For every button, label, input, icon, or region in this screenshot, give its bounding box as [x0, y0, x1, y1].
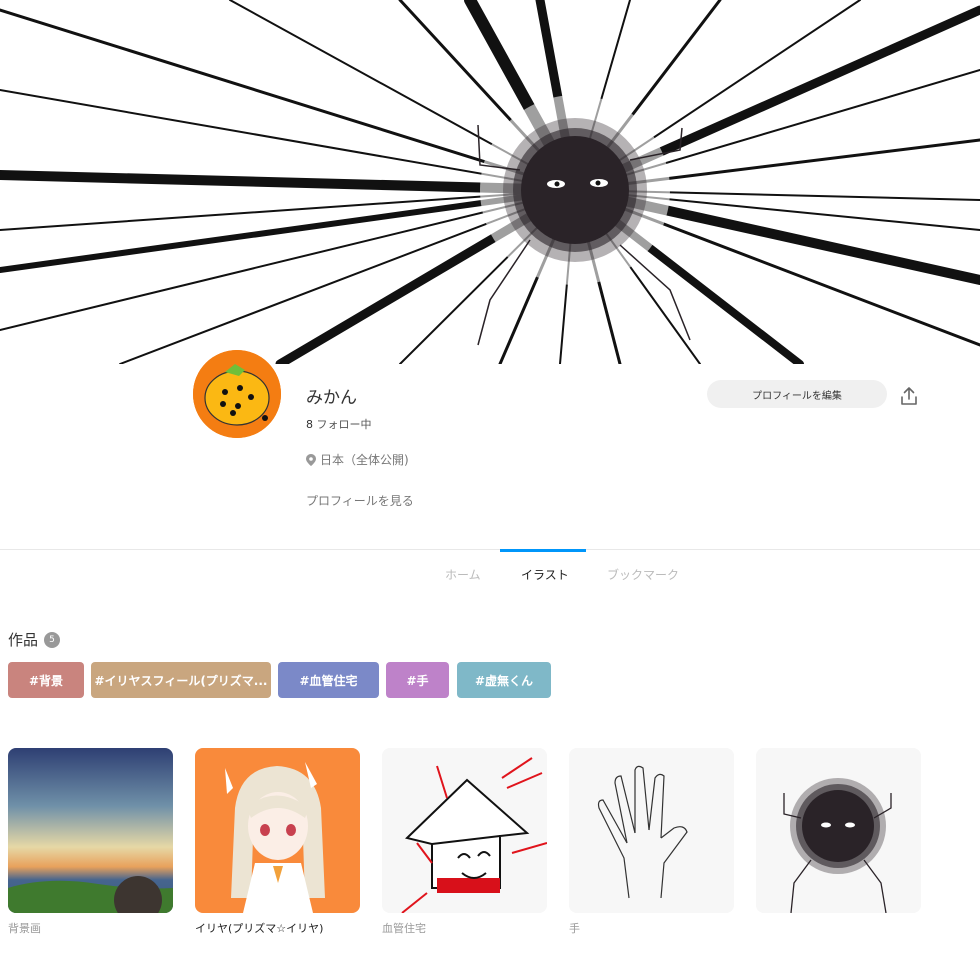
- artwork-thumbnail-background[interactable]: [8, 748, 173, 913]
- location: 日本（全体公開): [306, 451, 409, 468]
- artwork-title-hand[interactable]: 手: [569, 920, 580, 936]
- artwork-title-vein-house[interactable]: 血管住宅: [382, 920, 426, 936]
- tab-bookmarks[interactable]: ブックマーク: [607, 566, 679, 583]
- artwork-thumbnail-vein-house[interactable]: [382, 748, 547, 913]
- artwork-thumbnail-hand[interactable]: [569, 748, 734, 913]
- illya-character-image: [195, 748, 360, 913]
- user-name: みかん: [306, 388, 357, 408]
- share-icon: [901, 387, 917, 405]
- works-title: 作品: [8, 631, 39, 649]
- tag-vein-house[interactable]: #血管住宅: [278, 662, 379, 698]
- following-count[interactable]: 8 フォロー中: [306, 416, 372, 432]
- view-profile-link[interactable]: プロフィールを見る: [306, 492, 414, 509]
- tab-illustrations[interactable]: イラスト: [521, 566, 569, 583]
- tag-background[interactable]: #背景: [8, 662, 84, 698]
- hand-sketch-image: [569, 748, 734, 913]
- active-tab-indicator: [500, 549, 586, 552]
- cover-illustration: [0, 0, 980, 364]
- kyomu-kun-image: [756, 748, 921, 913]
- following-number: 8: [306, 418, 313, 431]
- works-count-badge: 5: [44, 631, 61, 648]
- location-text: 日本（全体公開): [320, 453, 409, 467]
- cover-image: [0, 0, 980, 364]
- share-button[interactable]: [898, 385, 920, 407]
- avatar[interactable]: [193, 350, 281, 438]
- profile-tabs: ホーム イラスト ブックマーク: [0, 549, 980, 599]
- orange-avatar-icon: [193, 350, 281, 438]
- tag-hand[interactable]: #手: [386, 662, 449, 698]
- tag-kyomu-kun[interactable]: #虚無くん: [457, 662, 551, 698]
- works-heading: 作品 5: [8, 629, 61, 650]
- location-pin-icon: [306, 453, 316, 466]
- artwork-thumbnail-illya[interactable]: [195, 748, 360, 913]
- background-painting-image: [8, 748, 173, 913]
- following-label: フォロー中: [316, 418, 372, 431]
- artwork-thumbnail-kyomu-kun[interactable]: [756, 748, 921, 913]
- artwork-title-background[interactable]: 背景画: [8, 920, 41, 936]
- tag-illyasviel[interactable]: #イリヤスフィール(プリズマ...: [91, 662, 271, 698]
- tab-home[interactable]: ホーム: [445, 566, 481, 583]
- vein-house-image: [382, 748, 547, 913]
- edit-profile-button[interactable]: プロフィールを編集: [707, 380, 887, 408]
- artwork-title-illya[interactable]: イリヤ(プリズマ☆イリヤ): [195, 920, 323, 936]
